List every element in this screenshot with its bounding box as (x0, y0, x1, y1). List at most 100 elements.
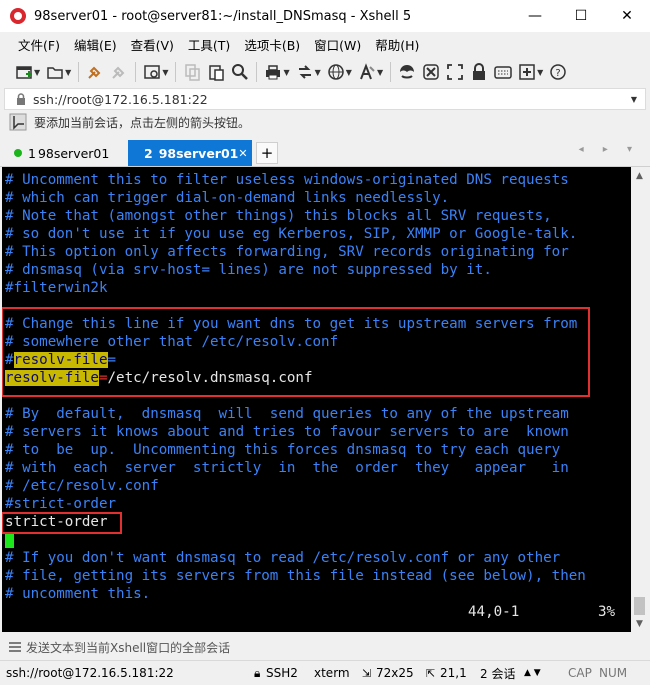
terminal-line: # By default, dnsmasq will send queries … (5, 406, 569, 422)
svg-text:?: ? (556, 68, 561, 79)
terminal-line: #strict-order (5, 496, 117, 512)
toolbar: ▼ ▼ ▼ ▼ ▼ ▼ ▼ ▼ ? (0, 56, 650, 88)
vim-cursor-position: 44,0-1 (468, 604, 520, 620)
connected-status-icon (14, 149, 22, 157)
address-bar[interactable]: ssh://root@172.16.5.181:22 ▼ (4, 88, 646, 110)
terminal[interactable]: # Uncomment this to filter useless windo… (2, 167, 631, 632)
status-lock-icon: 🔒︎ (254, 665, 261, 680)
help-icon[interactable]: ? (547, 61, 569, 83)
status-cursor-icon: ⇱ (426, 666, 436, 680)
menu-tools[interactable]: 工具(T) (181, 35, 237, 54)
menu-file[interactable]: 文件(F) (11, 35, 67, 54)
paste-icon[interactable] (205, 61, 227, 83)
tab-number: 2 (144, 145, 153, 161)
send-to-all-hint: 发送文本到当前Xshell窗口的全部会话 (26, 640, 231, 655)
terminal-line: # This option only affects forwarding, S… (5, 244, 569, 260)
open-dropdown-icon[interactable]: ▼ (65, 68, 71, 77)
session-hint-bar: 要添加当前会话，点击左侧的箭头按钮。 (0, 110, 650, 134)
connect-icon[interactable] (84, 61, 106, 83)
toolbar-divider (78, 62, 80, 82)
xshell-app-icon[interactable] (10, 8, 26, 24)
tab-navigation-icons[interactable]: ◂ ▸ ▾ (579, 144, 640, 155)
scroll-down-icon[interactable]: ▼ (631, 615, 648, 632)
terminal-line: # Note that (amongst other things) this … (5, 208, 552, 224)
maximize-button[interactable]: ☐ (558, 0, 604, 32)
status-cursor-position: 21,1 (440, 666, 467, 680)
toolbar-divider (256, 62, 258, 82)
status-connection: ssh://root@172.16.5.181:22 (6, 666, 174, 680)
terminal-line: # which can trigger dial-on-demand links… (5, 190, 450, 206)
address-dropdown-icon[interactable]: ▼ (631, 95, 637, 104)
terminal-line: # servers it knows about and tries to fa… (5, 424, 569, 440)
tab-number: 1 (28, 145, 36, 161)
globe-icon[interactable] (325, 61, 347, 83)
toolbar-divider (390, 62, 392, 82)
status-caps-lock: CAP (568, 666, 592, 680)
properties-dropdown-icon[interactable]: ▼ (162, 68, 168, 77)
terminal-line: # so don't use it if you use eg Kerberos… (5, 226, 578, 242)
find-icon[interactable] (229, 61, 251, 83)
toolbar-divider (135, 62, 137, 82)
status-size-icon: ⇲ (362, 666, 372, 680)
lock-icon[interactable] (468, 61, 490, 83)
close-button[interactable]: ✕ (604, 0, 650, 32)
tab-label: 98server01 (37, 145, 110, 161)
xftp-icon[interactable] (396, 61, 418, 83)
menu-bar: 文件(F) 编辑(E) 查看(V) 工具(T) 选项卡(B) 窗口(W) 帮助(… (0, 32, 650, 56)
add-toolbar-icon[interactable] (516, 61, 538, 83)
new-session-icon[interactable] (13, 61, 35, 83)
new-tab-button[interactable]: + (256, 142, 278, 164)
globe-dropdown-icon[interactable]: ▼ (346, 68, 352, 77)
terminal-line: # If you don't want dnsmasq to read /etc… (5, 550, 561, 566)
terminal-line: # uncomment this. (5, 586, 151, 602)
add-dropdown-icon[interactable]: ▼ (537, 68, 543, 77)
fullscreen-icon[interactable] (444, 61, 466, 83)
add-session-arrow-icon[interactable] (8, 112, 30, 132)
terminal-line: # dnsmasq (via srv-host= lines) are not … (5, 262, 492, 278)
vim-scroll-percent: 3% (598, 604, 616, 620)
print-icon[interactable] (262, 61, 284, 83)
session-hint-text: 要添加当前会话，点击左侧的箭头按钮。 (34, 115, 251, 130)
status-terminal-type: xterm (314, 666, 350, 680)
status-sessions: 2 会话 (480, 666, 516, 681)
keyboard-icon[interactable] (492, 61, 514, 83)
terminal-line: # /etc/resolv.conf (5, 478, 159, 494)
menu-view[interactable]: 查看(V) (124, 35, 181, 54)
properties-icon[interactable] (141, 61, 163, 83)
status-scroll-icons: ▲ ▼ (524, 668, 541, 678)
new-session-dropdown-icon[interactable]: ▼ (34, 68, 40, 77)
transfer-dropdown-icon[interactable]: ▼ (315, 68, 321, 77)
scroll-up-icon[interactable]: ▲ (631, 167, 648, 184)
menu-icon[interactable] (8, 641, 22, 653)
minimize-button[interactable]: — (512, 0, 558, 32)
title-bar: 98server01 - root@server81:~/install_DNS… (0, 0, 650, 32)
toolbar-divider (175, 62, 177, 82)
print-dropdown-icon[interactable]: ▼ (283, 68, 289, 77)
menu-tabs[interactable]: 选项卡(B) (237, 35, 307, 54)
terminal-scrollbar[interactable]: ▲ ▼ (631, 167, 648, 632)
font-icon[interactable] (356, 61, 378, 83)
address-text: ssh://root@172.16.5.181:22 (33, 91, 208, 107)
font-dropdown-icon[interactable]: ▼ (377, 68, 383, 77)
tab-close-icon[interactable]: ✕ (238, 147, 247, 160)
terminal-cursor (5, 532, 14, 548)
scrollbar-thumb[interactable] (634, 597, 645, 615)
annotation-box-strict-order (2, 512, 122, 534)
xmanager-icon[interactable] (420, 61, 442, 83)
status-num-lock: NUM (599, 666, 628, 680)
open-folder-icon[interactable] (44, 61, 66, 83)
tab-bar: 1 98server01 2 98server01 ✕ + ◂ ▸ ▾ (0, 138, 650, 167)
tab-session-1[interactable]: 1 98server01 (4, 140, 124, 166)
compose-bar[interactable]: 发送文本到当前Xshell窗口的全部会话 (0, 636, 650, 658)
copy-icon[interactable] (181, 61, 203, 83)
transfer-icon[interactable] (294, 61, 316, 83)
disconnect-icon[interactable] (108, 61, 130, 83)
terminal-line: #filterwin2k (5, 280, 108, 296)
status-protocol: SSH2 (266, 666, 298, 680)
menu-window[interactable]: 窗口(W) (307, 35, 368, 54)
tab-session-2[interactable]: 2 98server01 ✕ (128, 140, 252, 166)
window-title: 98server01 - root@server81:~/install_DNS… (34, 8, 412, 24)
menu-help[interactable]: 帮助(H) (368, 35, 426, 54)
tab-label: 98server01 (158, 145, 239, 161)
menu-edit[interactable]: 编辑(E) (67, 35, 124, 54)
